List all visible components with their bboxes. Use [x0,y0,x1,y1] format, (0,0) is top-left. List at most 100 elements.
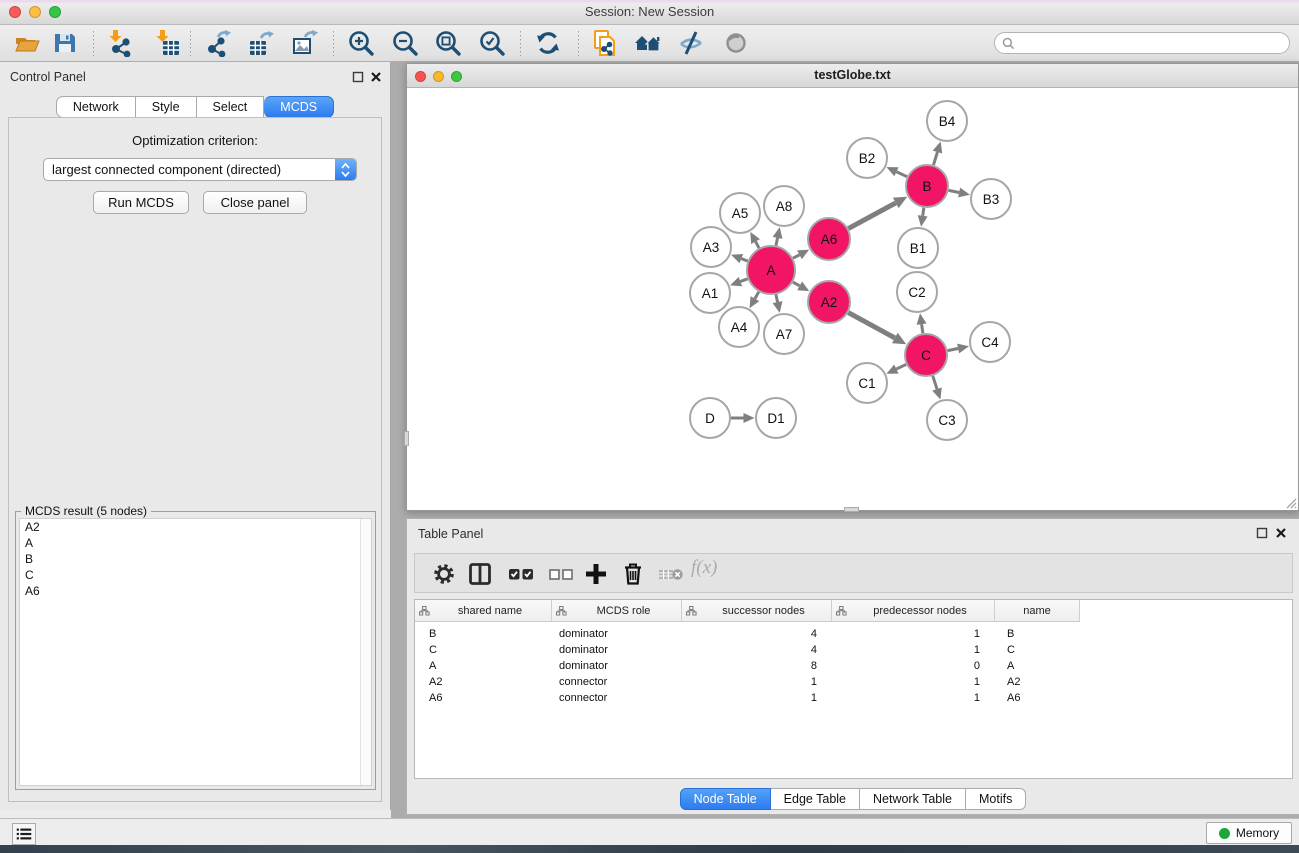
edge-A-A1[interactable] [730,277,747,286]
edge-A-A3[interactable] [731,254,748,263]
result-list-item[interactable]: C [20,567,371,583]
delete-column-trash-icon[interactable] [619,560,647,588]
graph-node-B3[interactable]: B3 [971,179,1011,219]
graph-node-A[interactable]: A [747,246,795,294]
zoom-in-icon[interactable] [347,29,375,57]
table-cell[interactable]: dominator [559,642,608,658]
tab-node-table[interactable]: Node Table [680,788,771,810]
import-network-icon[interactable] [106,29,134,57]
mcds-result-list[interactable]: A2ABCA6 [19,518,372,786]
table-row[interactable]: Adominator80A [415,658,1080,674]
table-cell[interactable]: A [429,658,436,674]
save-icon[interactable] [51,29,79,57]
float-table-panel-icon[interactable] [1256,527,1268,539]
result-list-item[interactable]: B [20,551,371,567]
network-graph-canvas[interactable]: B4B2BB3A8A5A6A3B1AA1C2A2A4A7C4CC1DD1C3 [407,88,1298,510]
edge-A-A5[interactable] [750,232,760,248]
function-builder-icon[interactable]: f(x) [691,557,717,585]
table-cell[interactable]: A6 [429,690,442,706]
table-cell[interactable]: A2 [429,674,442,690]
edge-B-B4[interactable] [933,142,943,165]
add-column-icon[interactable] [582,560,610,588]
graph-node-B4[interactable]: B4 [927,101,967,141]
table-row[interactable]: Cdominator41C [415,642,1080,658]
run-mcds-button[interactable]: Run MCDS [93,191,189,214]
table-cell[interactable]: connector [559,674,607,690]
close-table-panel-icon[interactable] [1275,527,1287,539]
graph-node-A6[interactable]: A6 [808,218,850,260]
graph-node-A3[interactable]: A3 [691,227,731,267]
export-network-icon[interactable] [204,29,232,57]
graph-node-A5[interactable]: A5 [720,193,760,233]
graph-node-C4[interactable]: C4 [970,322,1010,362]
graph-node-D1[interactable]: D1 [756,398,796,438]
export-image-icon[interactable] [291,29,319,57]
zoom-fit-icon[interactable] [434,29,462,57]
zoom-out-icon[interactable] [391,29,419,57]
result-list-scrollbar[interactable] [360,519,371,785]
table-row[interactable]: Bdominator41B [415,626,1080,642]
home-icon[interactable] [634,29,662,57]
close-panel-icon[interactable] [370,71,382,83]
task-history-button[interactable] [12,823,36,845]
divider-gripper-horizontal[interactable] [844,507,859,512]
close-panel-button[interactable]: Close panel [203,191,307,214]
table-cell[interactable]: connector [559,690,607,706]
table-cell[interactable]: A6 [1007,690,1020,706]
graph-node-D[interactable]: D [690,398,730,438]
graph-node-C3[interactable]: C3 [927,400,967,440]
table-row[interactable]: A2connector11A2 [415,674,1080,690]
graph-node-C1[interactable]: C1 [847,363,887,403]
tab-select[interactable]: Select [197,96,265,118]
table-cell[interactable]: 4 [682,642,817,658]
column-header-name[interactable]: name [995,600,1080,622]
graph-node-A7[interactable]: A7 [764,314,804,354]
edge-C-C2[interactable] [917,313,927,333]
open-file-icon[interactable] [13,29,41,57]
table-cell[interactable]: dominator [559,658,608,674]
table-cell[interactable]: B [429,626,436,642]
graph-node-A1[interactable]: A1 [690,273,730,313]
table-cell[interactable]: 8 [682,658,817,674]
table-cell[interactable]: 0 [832,658,980,674]
edge-C-C4[interactable] [948,344,969,354]
graph-node-C2[interactable]: C2 [897,272,937,312]
table-cell[interactable]: 1 [832,642,980,658]
divider-gripper-vertical[interactable] [404,431,409,446]
import-table-icon[interactable] [153,29,181,57]
resize-grip-icon[interactable] [1283,495,1297,509]
search-input[interactable] [1015,36,1289,50]
result-list-item[interactable]: A2 [20,519,371,535]
float-panel-icon[interactable] [352,71,364,83]
graph-node-A4[interactable]: A4 [719,307,759,347]
edge-A-A6[interactable] [793,250,809,260]
memory-status-button[interactable]: Memory [1206,822,1292,844]
table-row[interactable]: A6connector11A6 [415,690,1080,706]
edge-B-B3[interactable] [949,188,970,198]
table-cell[interactable]: 1 [832,626,980,642]
show-columns-icon[interactable] [466,560,494,588]
result-list-item[interactable]: A6 [20,583,371,599]
select-all-icon[interactable] [507,560,535,588]
table-cell[interactable]: 1 [832,674,980,690]
edge-A6-B[interactable] [848,197,907,229]
column-header-shared-name[interactable]: shared name [415,600,552,622]
tab-network-table[interactable]: Network Table [860,788,966,810]
tab-mcds[interactable]: MCDS [264,96,334,118]
export-table-icon[interactable] [247,29,275,57]
refresh-icon[interactable] [534,29,562,57]
clone-network-icon[interactable] [591,29,619,57]
zoom-selected-icon[interactable] [478,29,506,57]
show-panels-eye-icon[interactable] [722,29,750,57]
delete-table-icon[interactable] [657,560,685,588]
edge-A-A2[interactable] [793,281,809,291]
column-header-MCDS-role[interactable]: MCDS role [552,600,682,622]
edge-D-D1[interactable] [731,413,755,423]
table-cell[interactable]: C [429,642,437,658]
table-settings-gear-icon[interactable] [430,560,458,588]
graph-node-B2[interactable]: B2 [847,138,887,178]
edge-B-B1[interactable] [918,208,928,227]
network-window-titlebar[interactable]: testGlobe.txt [407,64,1298,88]
graph-node-B1[interactable]: B1 [898,228,938,268]
table-cell[interactable]: dominator [559,626,608,642]
